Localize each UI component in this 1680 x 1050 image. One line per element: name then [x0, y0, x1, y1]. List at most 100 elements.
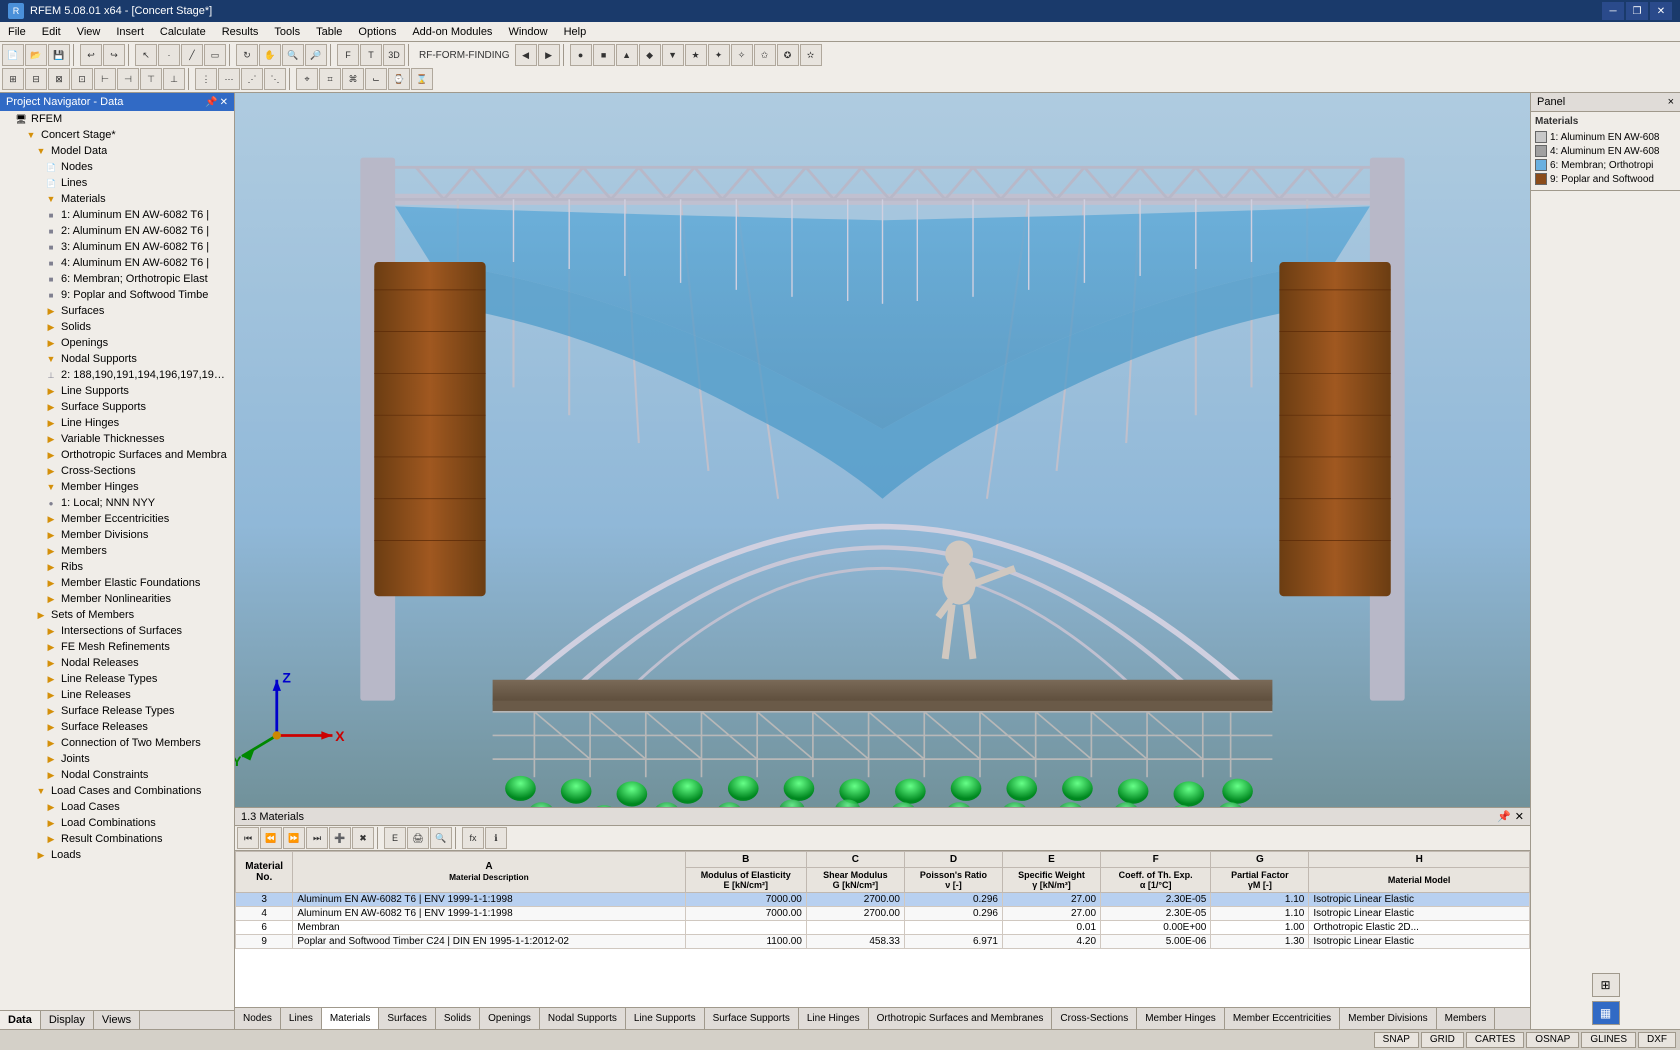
tb-select[interactable]: ↖ [135, 44, 157, 66]
cell-3-5[interactable]: 4.20 [1002, 935, 1100, 949]
nav-item-3[interactable]: 📄Nodes [0, 159, 234, 175]
cell-3-0[interactable]: 9 [236, 935, 293, 949]
cell-2-4[interactable] [904, 921, 1002, 935]
cell-1-0[interactable]: 4 [236, 907, 293, 921]
nav-item-10[interactable]: ■6: Membran; Orthotropic Elast [0, 271, 234, 287]
nav-item-1[interactable]: ▼Concert Stage* [0, 127, 234, 143]
tb-r7[interactable]: ✦ [708, 44, 730, 66]
dt-next[interactable]: ⏩ [283, 827, 305, 849]
nav-item-44[interactable]: ▶Load Combinations [0, 815, 234, 831]
nav-item-6[interactable]: ■1: Aluminum EN AW-6082 T6 | [0, 207, 234, 223]
menu-file[interactable]: File [0, 22, 34, 41]
nav-pin-btn[interactable]: 📌 [205, 97, 217, 108]
btab-orthotropic-surfaces-and-membranes[interactable]: Orthotropic Surfaces and Membranes [869, 1008, 1053, 1029]
status-btn-grid[interactable]: GRID [1421, 1032, 1464, 1048]
menu-add-on-modules[interactable]: Add-on Modules [404, 22, 500, 41]
cell-0-4[interactable]: 0.296 [904, 893, 1002, 907]
cell-2-8[interactable]: Orthotropic Elastic 2D... [1309, 921, 1530, 935]
cell-1-5[interactable]: 27.00 [1002, 907, 1100, 921]
nav-item-9[interactable]: ■4: Aluminum EN AW-6082 T6 | [0, 255, 234, 271]
btab-solids[interactable]: Solids [436, 1008, 480, 1029]
dt-last[interactable]: ⏭ [306, 827, 328, 849]
menu-help[interactable]: Help [556, 22, 595, 41]
tb-front[interactable]: F [337, 44, 359, 66]
tb2-10[interactable]: ⋯ [218, 68, 240, 90]
tb-r3[interactable]: ▲ [616, 44, 638, 66]
cell-0-2[interactable]: 7000.00 [685, 893, 806, 907]
tb2-3[interactable]: ⊠ [48, 68, 70, 90]
tb-line[interactable]: ╱ [181, 44, 203, 66]
tb2-13[interactable]: ⌖ [296, 68, 318, 90]
nav-item-28[interactable]: ▶Ribs [0, 559, 234, 575]
nav-close-btn[interactable]: ✕ [220, 97, 228, 108]
nav-tab-display[interactable]: Display [41, 1011, 94, 1029]
nav-item-30[interactable]: ▶Member Nonlinearities [0, 591, 234, 607]
data-area-close[interactable]: ✕ [1515, 810, 1524, 823]
tb2-9[interactable]: ⋮ [195, 68, 217, 90]
tb-r11[interactable]: ✫ [800, 44, 822, 66]
tb-rotate[interactable]: ↻ [236, 44, 258, 66]
cell-1-3[interactable]: 2700.00 [806, 907, 904, 921]
tb-r6[interactable]: ★ [685, 44, 707, 66]
cell-2-2[interactable] [685, 921, 806, 935]
tb2-12[interactable]: ⋱ [264, 68, 286, 90]
btab-nodes[interactable]: Nodes [235, 1008, 281, 1029]
status-btn-snap[interactable]: SNAP [1374, 1032, 1419, 1048]
dt-first[interactable]: ⏮ [237, 827, 259, 849]
nav-item-11[interactable]: ■9: Poplar and Softwood Timbe [0, 287, 234, 303]
btab-openings[interactable]: Openings [480, 1008, 540, 1029]
tb2-6[interactable]: ⊣ [117, 68, 139, 90]
tb-surface[interactable]: ▭ [204, 44, 226, 66]
cell-2-5[interactable]: 0.01 [1002, 921, 1100, 935]
dt-prev[interactable]: ⏪ [260, 827, 282, 849]
tb-prev[interactable]: ◀ [515, 44, 537, 66]
tb-node[interactable]: · [158, 44, 180, 66]
menu-results[interactable]: Results [214, 22, 267, 41]
nav-tab-data[interactable]: Data [0, 1011, 41, 1029]
btab-surface-supports[interactable]: Surface Supports [705, 1008, 799, 1029]
nav-item-23[interactable]: ▼Member Hinges [0, 479, 234, 495]
cell-2-3[interactable] [806, 921, 904, 935]
panel-item-1[interactable]: 4: Aluminum EN AW-608 [1535, 144, 1676, 158]
tb2-7[interactable]: ⊤ [140, 68, 162, 90]
nav-item-21[interactable]: ▶Orthotropic Surfaces and Membra [0, 447, 234, 463]
nav-item-24[interactable]: ●1: Local; NNN NYY [0, 495, 234, 511]
restore-button[interactable]: ❐ [1626, 2, 1648, 20]
cell-1-1[interactable]: Aluminum EN AW-6082 T6 | ENV 1999-1-1:19… [293, 907, 685, 921]
nav-item-31[interactable]: ▶Sets of Members [0, 607, 234, 623]
nav-item-25[interactable]: ▶Member Eccentricities [0, 511, 234, 527]
nav-item-7[interactable]: ■2: Aluminum EN AW-6082 T6 | [0, 223, 234, 239]
btab-member-hinges[interactable]: Member Hinges [1137, 1008, 1225, 1029]
cell-1-6[interactable]: 2.30E-05 [1101, 907, 1211, 921]
tb-open[interactable]: 📂 [25, 44, 47, 66]
nav-item-17[interactable]: ▶Line Supports [0, 383, 234, 399]
cell-3-4[interactable]: 6.971 [904, 935, 1002, 949]
nav-item-39[interactable]: ▶Connection of Two Members [0, 735, 234, 751]
menu-edit[interactable]: Edit [34, 22, 69, 41]
tb2-14[interactable]: ⌗ [319, 68, 341, 90]
cell-0-8[interactable]: Isotropic Linear Elastic [1309, 893, 1530, 907]
cell-0-3[interactable]: 2700.00 [806, 893, 904, 907]
tb-redo[interactable]: ↪ [103, 44, 125, 66]
tb-pan[interactable]: ✋ [259, 44, 281, 66]
cell-3-6[interactable]: 5.00E-06 [1101, 935, 1211, 949]
menu-window[interactable]: Window [500, 22, 555, 41]
tb2-18[interactable]: ⌛ [411, 68, 433, 90]
cell-3-7[interactable]: 1.30 [1211, 935, 1309, 949]
cell-0-0[interactable]: 3 [236, 893, 293, 907]
panel-close[interactable]: × [1668, 96, 1674, 108]
nav-item-38[interactable]: ▶Surface Releases [0, 719, 234, 735]
nav-item-27[interactable]: ▶Members [0, 543, 234, 559]
nav-item-4[interactable]: 📄Lines [0, 175, 234, 191]
table-row-3[interactable]: 9Poplar and Softwood Timber C24 | DIN EN… [236, 935, 1530, 949]
panel-item-0[interactable]: 1: Aluminum EN AW-608 [1535, 130, 1676, 144]
nav-item-0[interactable]: 🖥RFEM [0, 111, 234, 127]
status-btn-dxf[interactable]: DXF [1638, 1032, 1676, 1048]
tb-r2[interactable]: ■ [593, 44, 615, 66]
nav-item-2[interactable]: ▼Model Data [0, 143, 234, 159]
status-btn-osnap[interactable]: OSNAP [1526, 1032, 1579, 1048]
nav-item-33[interactable]: ▶FE Mesh Refinements [0, 639, 234, 655]
tb-r1[interactable]: ● [570, 44, 592, 66]
table-row-2[interactable]: 6Membran0.010.00E+001.00Orthotropic Elas… [236, 921, 1530, 935]
tb-undo[interactable]: ↩ [80, 44, 102, 66]
